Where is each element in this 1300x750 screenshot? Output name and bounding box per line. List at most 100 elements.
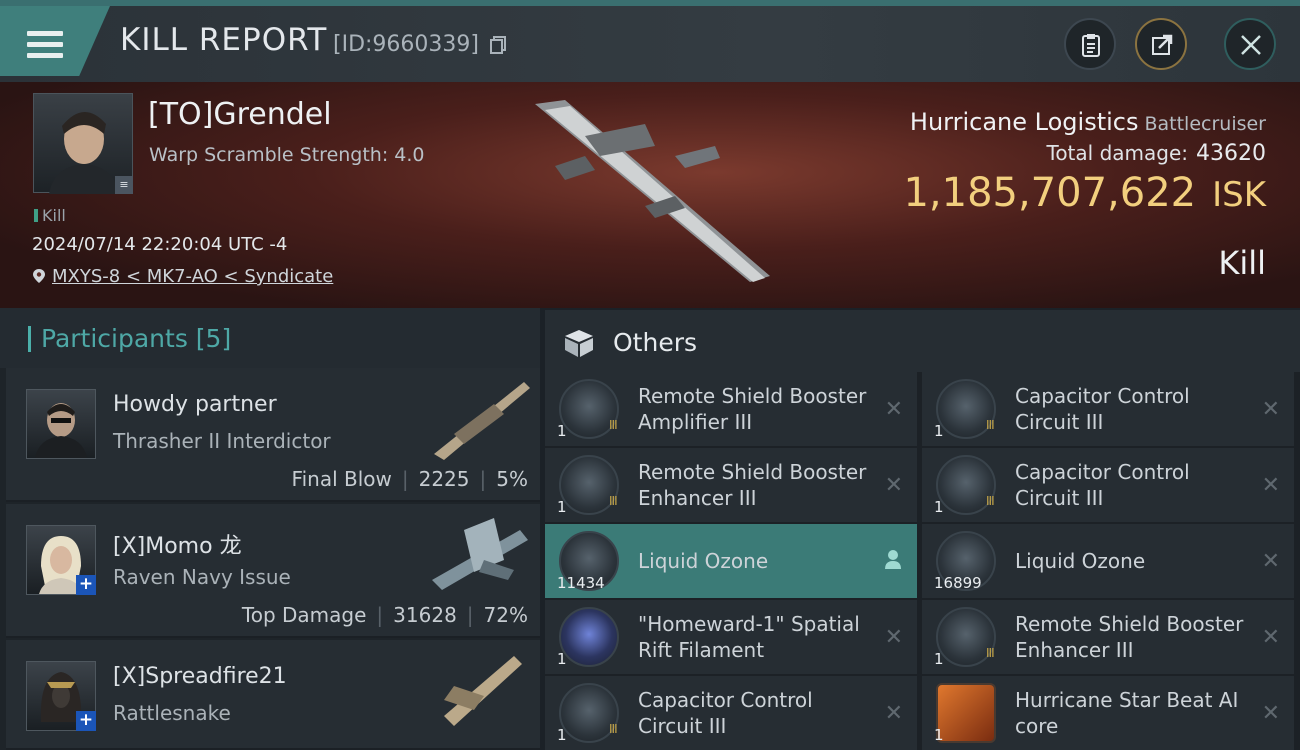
- participant-row[interactable]: + [X]Spreadfire21 Rattlesnake: [6, 640, 540, 750]
- header-accent-line: [0, 0, 1300, 6]
- item-name: Capacitor Control Circuit III: [638, 688, 813, 738]
- remove-x-icon[interactable]: ✕: [885, 473, 903, 498]
- item-quantity: 1: [557, 726, 567, 744]
- victim-ship-name[interactable]: Hurricane Logistics Battlecruiser: [910, 108, 1266, 136]
- location-link[interactable]: MXYS-8 < MK7-AO < Syndicate: [52, 266, 333, 287]
- item-quantity: 1: [557, 650, 567, 668]
- divider: |: [466, 603, 474, 627]
- isk-value: 1,185,707,622 ISK: [903, 170, 1266, 216]
- clipboard-button[interactable]: [1064, 18, 1116, 70]
- participant-ship: Raven Navy Issue: [113, 565, 291, 589]
- remove-x-icon[interactable]: ✕: [885, 701, 903, 726]
- remove-x-icon[interactable]: ✕: [1262, 473, 1280, 498]
- remove-x-icon[interactable]: ✕: [1262, 625, 1280, 650]
- victim-name[interactable]: [TO]Grendel: [148, 97, 332, 132]
- item-slot[interactable]: III 1 Remote Shield Booster Enhancer III…: [545, 448, 917, 522]
- participant-percent: 5%: [496, 467, 528, 491]
- kill-tag: Kill: [34, 206, 66, 225]
- cube-icon: [565, 330, 593, 357]
- others-title: Others: [613, 328, 698, 357]
- participant-stats: Top Damage | 31628 | 72%: [242, 603, 528, 627]
- remove-x-icon[interactable]: ✕: [885, 397, 903, 422]
- item-name: Remote Shield Booster Enhancer III: [638, 460, 867, 510]
- participant-name[interactable]: [X]Spreadfire21: [113, 664, 287, 689]
- item-name: Hurricane Star Beat AI core: [1015, 688, 1239, 738]
- participant-damage: 2225: [418, 467, 470, 491]
- participants-header-accent: [28, 326, 31, 352]
- ship-class: Battlecruiser: [1144, 113, 1266, 135]
- item-quantity: 1: [934, 422, 944, 440]
- item-slot-selected[interactable]: 11434 Liquid Ozone: [545, 524, 917, 598]
- item-name: "Homeward-1" Spatial Rift Filament: [638, 612, 860, 662]
- participants-header: Participants [5]: [0, 308, 540, 368]
- participant-ship-image: [444, 656, 522, 726]
- kill-result: Kill: [1218, 244, 1266, 282]
- share-button[interactable]: [1135, 18, 1187, 70]
- participant-ship-image: [432, 518, 528, 590]
- isk-amount: 1,185,707,622: [903, 170, 1197, 216]
- copy-icon[interactable]: [490, 36, 506, 54]
- item-name: Capacitor Control Circuit III: [1015, 384, 1190, 434]
- participant-stats: Final Blow | 2225 | 5%: [292, 467, 528, 491]
- kill-datetime: 2024/07/14 22:20:04 UTC -4: [32, 234, 288, 255]
- item-slot[interactable]: III 1 Capacitor Control Circuit III ✕: [545, 676, 917, 750]
- divider: |: [401, 467, 409, 491]
- item-quantity: 1: [934, 726, 944, 744]
- item-name: Liquid Ozone: [1015, 549, 1146, 573]
- item-quantity: 1: [557, 422, 567, 440]
- others-panel: Others III 1 Remote Shield Booster Ampli…: [545, 310, 1300, 750]
- avatar: [35, 403, 87, 458]
- item-name: Liquid Ozone: [638, 549, 769, 573]
- participant-row[interactable]: Howdy partner Thrasher II Interdictor Fi…: [6, 368, 540, 502]
- remove-x-icon[interactable]: ✕: [1262, 701, 1280, 726]
- participant-avatar[interactable]: +: [26, 525, 96, 595]
- report-id: [ID:9660339]: [333, 32, 479, 57]
- remove-x-icon[interactable]: ✕: [1262, 549, 1280, 574]
- divider: |: [479, 467, 487, 491]
- participant-name[interactable]: Howdy partner: [113, 392, 277, 417]
- person-icon[interactable]: [883, 548, 903, 570]
- page-title: KILL REPORT: [120, 22, 328, 58]
- portrait-info-badge[interactable]: ≡: [115, 176, 133, 194]
- participant-ship: Thrasher II Interdictor: [113, 429, 331, 453]
- add-contact-icon[interactable]: +: [76, 575, 96, 595]
- item-slot[interactable]: III 1 Capacitor Control Circuit III ✕: [922, 448, 1294, 522]
- close-icon: [1241, 35, 1261, 55]
- participants-panel: Participants [5] Howdy partner Thrasher …: [0, 308, 540, 750]
- participant-avatar[interactable]: +: [26, 661, 96, 731]
- ai-core-icon: [936, 683, 996, 743]
- meta-level-badge: III: [609, 418, 618, 432]
- divider: |: [376, 603, 384, 627]
- header-bar: KILL REPORT [ID:9660339]: [0, 0, 1300, 82]
- participant-ship-image: [434, 382, 530, 460]
- item-quantity: 1: [934, 498, 944, 516]
- remove-x-icon[interactable]: ✕: [885, 625, 903, 650]
- filament-icon: [559, 607, 619, 667]
- victim-ship-image: [535, 100, 770, 282]
- item-slot[interactable]: III 1 Remote Shield Booster Amplifier II…: [545, 372, 917, 446]
- participant-row[interactable]: + [X]Momo 龙 Raven Navy Issue Top Damage |…: [6, 504, 540, 638]
- participants-title: Participants [5]: [41, 324, 232, 353]
- item-slot[interactable]: III 1 Remote Shield Booster Enhancer III…: [922, 600, 1294, 674]
- share-icon: [1152, 34, 1173, 55]
- participant-avatar[interactable]: [26, 389, 96, 459]
- item-name: Capacitor Control Circuit III: [1015, 460, 1190, 510]
- map-pin-icon: [33, 269, 45, 283]
- total-damage: Total damage: 43620: [1047, 141, 1267, 166]
- item-quantity: 1: [557, 498, 567, 516]
- menu-button[interactable]: [0, 6, 110, 76]
- item-slot[interactable]: III 1 Capacitor Control Circuit III ✕: [922, 372, 1294, 446]
- participant-name[interactable]: [X]Momo 龙: [113, 528, 242, 560]
- close-button[interactable]: [1224, 18, 1276, 70]
- add-contact-icon[interactable]: +: [76, 711, 96, 731]
- hamburger-menu-icon[interactable]: [27, 31, 63, 59]
- remove-x-icon[interactable]: ✕: [1262, 397, 1280, 422]
- clipboard-icon: [1082, 34, 1100, 57]
- meta-level-badge: III: [609, 494, 618, 508]
- kill-location[interactable]: MXYS-8 < MK7-AO < Syndicate: [32, 266, 333, 287]
- warp-scramble-strength: Warp Scramble Strength: 4.0: [149, 144, 425, 166]
- item-slot[interactable]: 16899 Liquid Ozone ✕: [922, 524, 1294, 598]
- item-slot[interactable]: 1 "Homeward-1" Spatial Rift Filament ✕: [545, 600, 917, 674]
- item-slot[interactable]: 1 Hurricane Star Beat AI core ✕: [922, 676, 1294, 750]
- meta-level-badge: III: [609, 722, 618, 736]
